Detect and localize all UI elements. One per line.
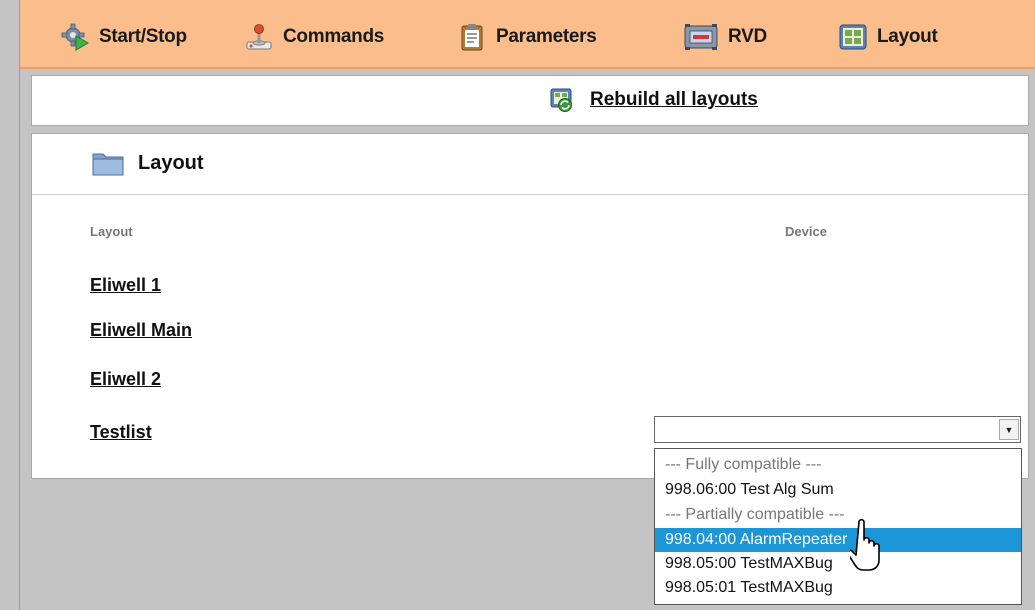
layout-link-eliwell-main[interactable]: Eliwell Main [90, 320, 192, 341]
nav-parameters[interactable]: Parameters [458, 22, 597, 52]
panel-header: Layout [32, 134, 1028, 195]
nav-label: Commands [283, 26, 385, 47]
device-select[interactable]: ▼ [654, 416, 1021, 443]
rebuild-icon [550, 87, 574, 113]
gear-play-icon [61, 23, 89, 51]
dropdown-option[interactable]: 998.05:00 TestMAXBug [655, 552, 1021, 576]
nav-label: Start/Stop [99, 26, 187, 47]
hand-cursor-icon [850, 518, 880, 571]
layout-link-testlist[interactable]: Testlist [90, 422, 152, 443]
panel-title: Layout [92, 150, 204, 176]
device-dropdown-list: --- Fully compatible --- 998.06:00 Test … [654, 448, 1022, 605]
optgroup-label-partially-compatible: --- Partially compatible --- [665, 506, 845, 523]
column-header-device: Device [785, 224, 827, 239]
column-header-layout: Layout [90, 224, 133, 239]
optgroup-label-fully-compatible: --- Fully compatible --- [665, 456, 822, 473]
nav-label: Layout [877, 26, 938, 47]
rebuild-all-layouts-link[interactable]: Rebuild all layouts [550, 87, 758, 113]
dropdown-option[interactable]: 998.06:00 Test Alg Sum [655, 478, 1021, 502]
rebuild-label: Rebuild all layouts [590, 89, 758, 110]
nav-rvd[interactable]: RVD [684, 22, 767, 52]
dropdown-option-highlighted[interactable]: 998.04:00 AlarmRepeater [655, 528, 1021, 552]
top-nav: Start/Stop Commands Parameters RVD Layou… [20, 0, 1035, 69]
layout-link-eliwell-2[interactable]: Eliwell 2 [90, 369, 161, 390]
app-frame: Start/Stop Commands Parameters RVD Layou… [19, 0, 1035, 610]
chevron-down-icon[interactable]: ▼ [999, 419, 1019, 440]
clipboard-icon [458, 23, 486, 51]
device-screen-icon [684, 23, 718, 51]
nav-label: Parameters [496, 26, 597, 47]
nav-layout[interactable]: Layout [839, 22, 938, 52]
nav-label: RVD [728, 26, 767, 47]
layout-grid-icon [839, 23, 867, 51]
nav-start-stop[interactable]: Start/Stop [61, 22, 187, 52]
folder-icon [92, 150, 124, 176]
rebuild-bar: Rebuild all layouts [31, 75, 1029, 126]
panel-title-label: Layout [138, 151, 204, 174]
joystick-icon [245, 23, 273, 51]
dropdown-option[interactable]: 998.05:01 TestMAXBug [655, 576, 1021, 600]
nav-commands[interactable]: Commands [245, 22, 384, 52]
layout-link-eliwell-1[interactable]: Eliwell 1 [90, 275, 161, 296]
